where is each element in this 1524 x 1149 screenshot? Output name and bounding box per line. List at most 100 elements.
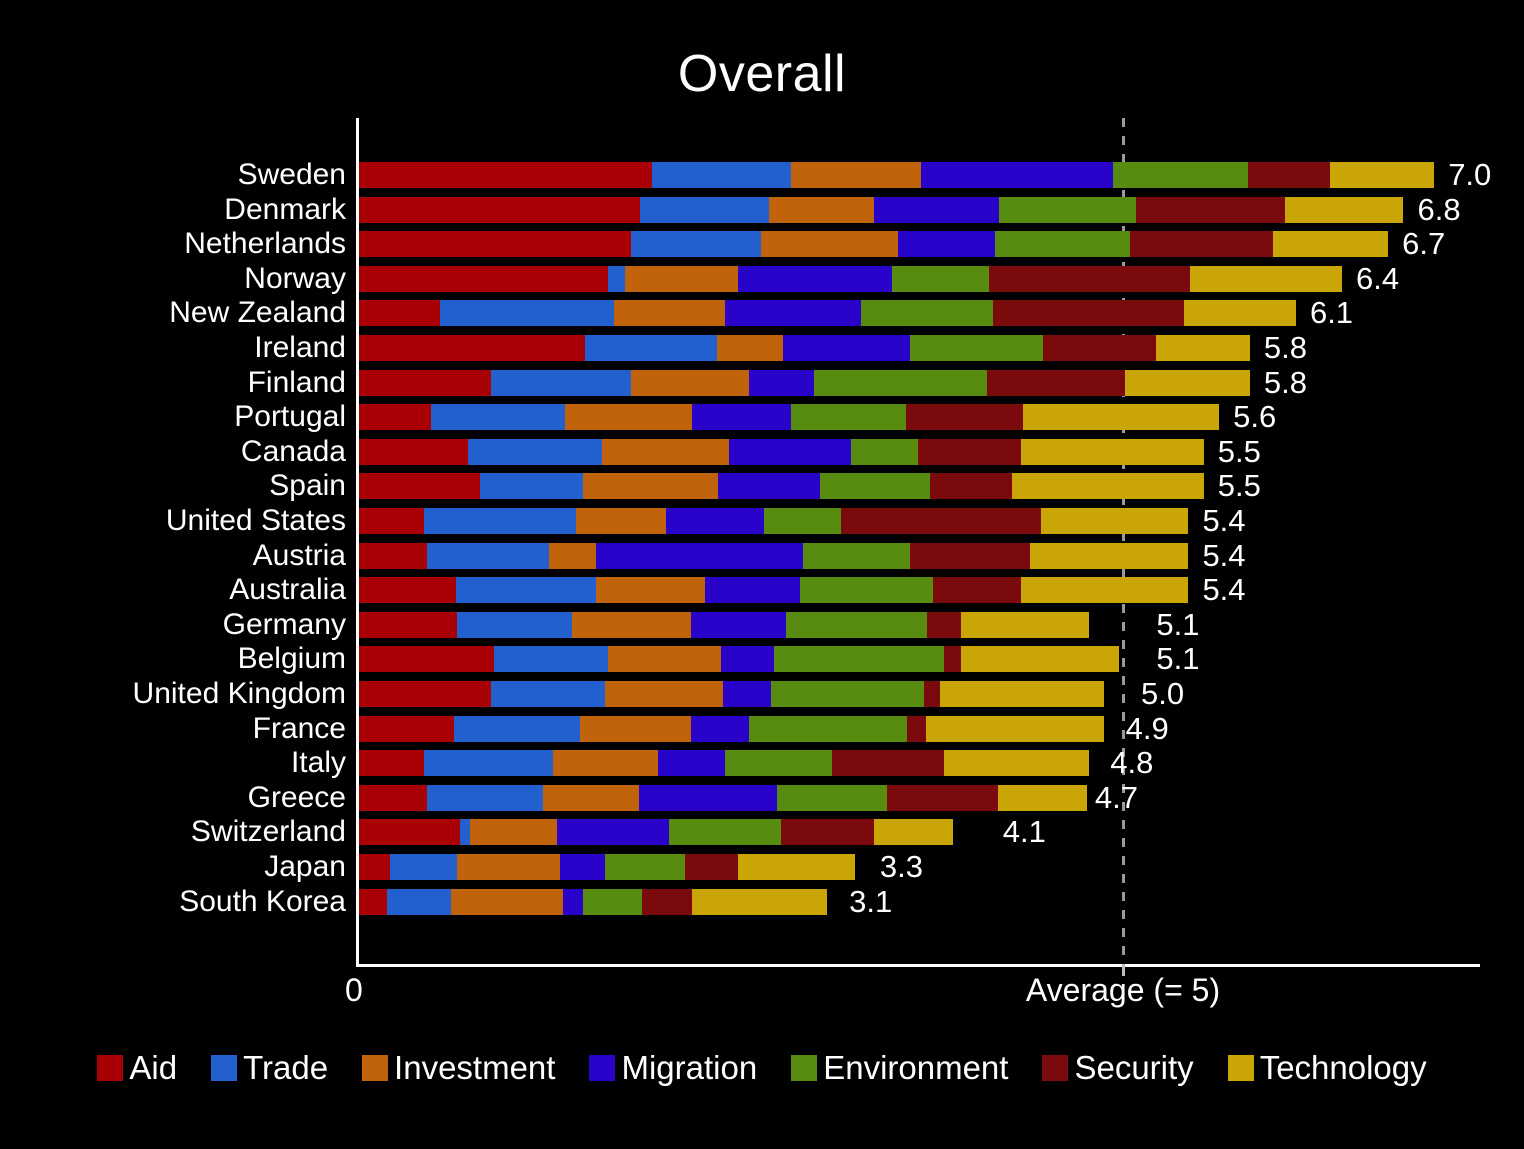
- bar-segment-security: [907, 715, 926, 742]
- bar-segment-technology: [997, 784, 1087, 811]
- bar-segment-trade: [455, 577, 596, 604]
- bar-segment-investment: [769, 196, 874, 223]
- bar-segment-migration: [563, 888, 584, 915]
- bar-segment-environment: [861, 300, 994, 327]
- legend-item-security[interactable]: Security: [1042, 1049, 1194, 1087]
- bar-total-label: 5.0: [1141, 676, 1185, 711]
- bar-segment-technology: [961, 611, 1089, 638]
- bar-segment-security: [1130, 231, 1273, 258]
- legend-label: Environment: [823, 1049, 1009, 1086]
- bar-segment-technology: [1156, 335, 1250, 361]
- bar-segment-technology: [1020, 438, 1204, 465]
- legend-swatch-icon: [589, 1055, 616, 1081]
- bar-segment-trade: [426, 542, 550, 569]
- legend-label: Security: [1074, 1049, 1194, 1086]
- bar-segment-migration: [690, 715, 750, 742]
- table-row: Australia 5.4: [0, 574, 1524, 605]
- bar-segment-security: [944, 646, 962, 673]
- category-label: Denmark: [224, 192, 346, 226]
- bar-segment-trade: [423, 750, 553, 777]
- legend-item-environment[interactable]: Environment: [791, 1049, 1008, 1087]
- bar-segment-aid: [359, 577, 456, 604]
- bar-segment-environment: [724, 750, 833, 777]
- bar-segment-aid: [359, 542, 427, 569]
- bar-segment-trade: [457, 611, 573, 638]
- category-label: New Zealand: [169, 296, 346, 330]
- table-row: Norway 6.4: [0, 263, 1524, 294]
- stacked-bar: [359, 784, 1087, 811]
- bar-segment-environment: [891, 265, 989, 292]
- legend-label: Migration: [621, 1049, 758, 1086]
- bar-segment-security: [905, 404, 1023, 431]
- bar-segment-trade: [480, 473, 584, 500]
- bar-segment-environment: [790, 404, 906, 431]
- bar-segment-environment: [999, 196, 1137, 223]
- table-row: Austria 5.4: [0, 538, 1524, 572]
- bar-segment-environment: [910, 335, 1043, 361]
- category-label: United States: [165, 504, 346, 537]
- bar-segment-environment: [749, 715, 908, 742]
- legend-swatch-icon: [1042, 1055, 1069, 1081]
- bar-segment-aid: [359, 888, 387, 915]
- legend-item-migration[interactable]: Migration: [589, 1049, 757, 1087]
- table-row: United Kingdom 5.0: [0, 676, 1524, 711]
- bar-segment-migration: [721, 646, 774, 673]
- bar-segment-security: [930, 473, 1012, 500]
- bar-segment-trade: [468, 438, 602, 465]
- stacked-bar: [359, 611, 1089, 638]
- bar-total-label: 5.8: [1263, 330, 1307, 365]
- bar-total-label: 6.1: [1309, 295, 1354, 331]
- bar-segment-aid: [359, 438, 469, 465]
- bar-segment-environment: [773, 646, 945, 673]
- legend-label: Investment: [394, 1049, 556, 1086]
- bar-segment-technology: [1011, 473, 1204, 500]
- stacked-bar: [359, 265, 1342, 292]
- legend-item-aid[interactable]: Aid: [97, 1049, 177, 1087]
- legend-item-technology[interactable]: Technology: [1227, 1049, 1427, 1087]
- table-row: Canada 5.5: [0, 436, 1524, 467]
- bar-segment-investment: [469, 819, 558, 846]
- legend-item-investment[interactable]: Investment: [362, 1049, 555, 1087]
- bar-segment-security: [832, 750, 945, 777]
- legend-label: Aid: [129, 1049, 178, 1086]
- bar-segment-aid: [359, 854, 390, 880]
- bar-segment-migration: [595, 542, 803, 569]
- bar-segment-environment: [583, 888, 642, 915]
- bar-total-label: 4.8: [1110, 745, 1154, 781]
- bar-segment-technology: [925, 715, 1104, 742]
- bar-segment-aid: [359, 473, 481, 500]
- category-label: Austria: [252, 538, 346, 572]
- stacked-bar: [359, 750, 1089, 777]
- bar-segment-aid: [359, 162, 653, 188]
- bar-segment-technology: [738, 854, 856, 880]
- bar-segment-trade: [423, 508, 576, 534]
- bar-segment-migration: [921, 162, 1114, 188]
- bar-segment-migration: [638, 784, 777, 811]
- bar-segment-aid: [359, 715, 455, 742]
- bar-total-label: 5.1: [1156, 606, 1200, 642]
- bar-segment-technology: [944, 750, 1089, 777]
- table-row: Finland 5.8: [0, 367, 1524, 398]
- category-label: Greece: [247, 780, 346, 814]
- bar-segment-investment: [572, 611, 691, 638]
- bar-segment-security: [910, 542, 1031, 569]
- bar-segment-technology: [1020, 577, 1189, 604]
- bar-segment-trade: [607, 265, 625, 292]
- table-row: Ireland 5.8: [0, 330, 1524, 365]
- bar-segment-security: [841, 508, 1041, 534]
- bar-segment-migration: [723, 681, 771, 707]
- bar-segment-trade: [440, 300, 614, 327]
- bar-segment-investment: [716, 335, 783, 361]
- bar-segment-aid: [359, 231, 631, 258]
- bar-segment-trade: [630, 231, 762, 258]
- legend-item-trade[interactable]: Trade: [211, 1049, 328, 1087]
- bar-segment-migration: [666, 508, 765, 534]
- bar-segment-environment: [802, 542, 911, 569]
- bar-segment-aid: [359, 681, 492, 707]
- legend-swatch-icon: [211, 1055, 238, 1081]
- bar-segment-migration: [658, 750, 725, 777]
- table-row: United States 5.4: [0, 504, 1524, 537]
- bar-segment-migration: [557, 819, 670, 846]
- bar-segment-security: [781, 819, 874, 846]
- stacked-bar: [359, 438, 1204, 465]
